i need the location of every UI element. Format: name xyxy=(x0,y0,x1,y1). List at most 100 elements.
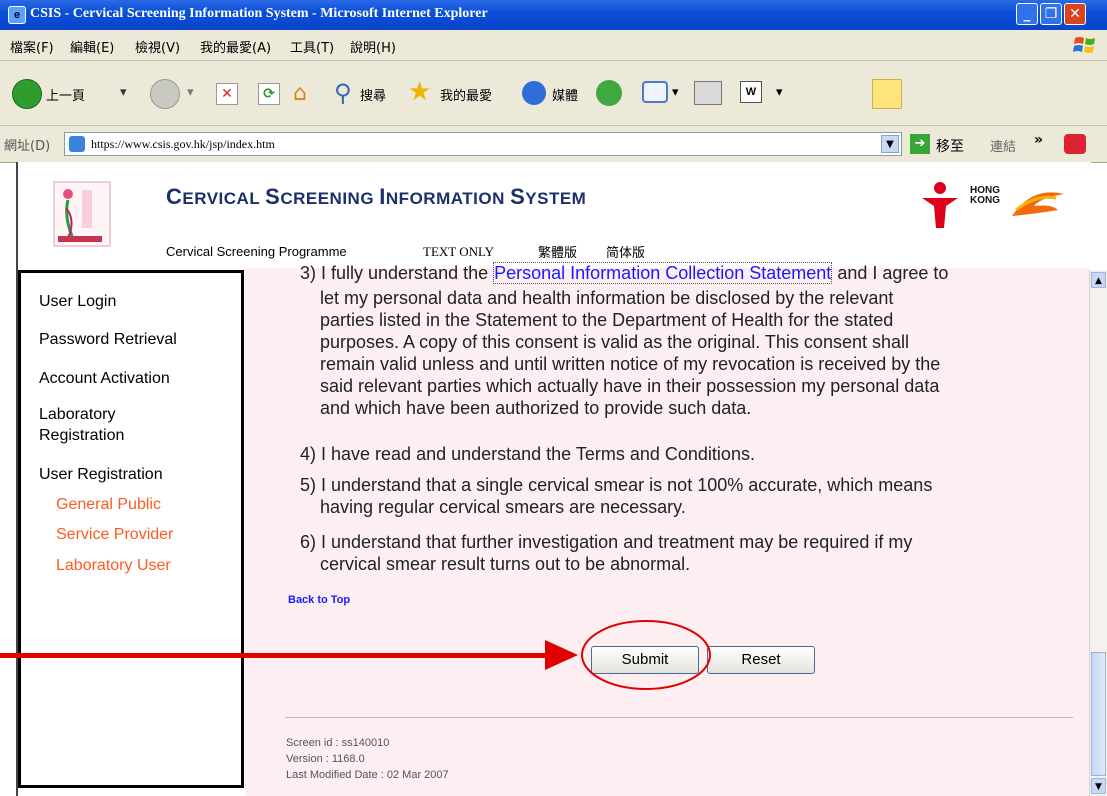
page-icon xyxy=(69,136,85,152)
consent-line: parties listed in the Statement to the D… xyxy=(320,310,894,330)
address-bar: 網址(D) https://www.csis.gov.hk/jsp/index.… xyxy=(0,126,1107,163)
messenger-icon[interactable] xyxy=(872,79,902,109)
scroll-thumb[interactable] xyxy=(1091,652,1106,776)
annotation-arrow-head xyxy=(545,640,578,670)
title-part: S xyxy=(265,184,281,209)
title-part: I xyxy=(379,184,386,209)
consent-line: having regular cervical smears are neces… xyxy=(320,497,686,517)
address-url[interactable]: https://www.csis.gov.hk/jsp/index.htm xyxy=(91,137,275,152)
address-input[interactable]: https://www.csis.gov.hk/jsp/index.htm ▼ xyxy=(64,132,902,156)
forward-dropdown-icon[interactable]: ▾ xyxy=(187,85,194,100)
back-to-top-link[interactable]: Back to Top xyxy=(288,594,350,606)
vertical-scrollbar[interactable]: ▲ ▼ xyxy=(1089,270,1107,796)
refresh-icon[interactable]: ⟳ xyxy=(258,83,280,105)
consent-line: cervical smear result turns out to be ab… xyxy=(320,554,691,574)
title-part: S xyxy=(510,184,526,209)
edit-dropdown-icon[interactable]: ▾ xyxy=(776,85,783,100)
menu-favorites[interactable]: 我的最愛(A) xyxy=(200,37,271,56)
mail-dropdown-icon[interactable]: ▾ xyxy=(672,85,679,100)
consent-line: purposes. A copy of this consent is vali… xyxy=(320,332,909,352)
reset-button[interactable]: Reset xyxy=(707,646,815,674)
menu-edit[interactable]: 編輯(E) xyxy=(70,37,114,56)
sidebar-item-password-retrieval[interactable]: Password Retrieval xyxy=(39,331,177,349)
site-title: CERVICAL SCREENING INFORMATION SYSTEM xyxy=(166,184,586,210)
consent-line: 5) I understand that a single cervical s… xyxy=(300,475,933,495)
consent-line: 6) I understand that further investigati… xyxy=(300,532,913,552)
back-button[interactable]: 上一頁 xyxy=(46,85,85,104)
scroll-down-icon[interactable]: ▼ xyxy=(1091,778,1106,794)
title-part: C xyxy=(166,184,183,209)
sidebar-nav: User Login Password Retrieval Account Ac… xyxy=(18,270,244,788)
page-footer: Screen id : ss140010 Version : 1168.0 La… xyxy=(286,735,449,783)
title-part: YSTEM xyxy=(525,189,587,208)
footer-divider xyxy=(285,717,1073,718)
sidebar-item-account-activation[interactable]: Account Activation xyxy=(39,370,170,388)
media-button[interactable]: 媒體 xyxy=(552,85,578,104)
forward-arrow-icon[interactable] xyxy=(150,79,180,109)
consent-item-3-body: let my personal data and health informat… xyxy=(320,287,940,419)
consent-item-4: 4) I have read and understand the Terms … xyxy=(300,444,755,464)
restore-button[interactable]: ❐ xyxy=(1040,3,1062,25)
simplified-chinese-link[interactable]: 简体版 xyxy=(606,242,645,261)
close-button[interactable]: ✕ xyxy=(1064,3,1086,25)
back-arrow-icon[interactable] xyxy=(12,79,42,109)
annotation-overlay xyxy=(0,620,711,690)
sidebar-subitem-laboratory-user[interactable]: Laboratory User xyxy=(56,557,171,575)
favorites-button[interactable]: 我的最愛 xyxy=(440,85,492,104)
traditional-chinese-link[interactable]: 繁體版 xyxy=(538,242,577,261)
consent-line: said relevant parties which actually hav… xyxy=(320,376,940,396)
favorites-star-icon[interactable]: ★ xyxy=(408,77,431,107)
media-icon[interactable] xyxy=(522,81,546,105)
menu-file[interactable]: 檔案(F) xyxy=(10,37,54,56)
sidebar-item-user-login[interactable]: User Login xyxy=(39,293,116,311)
ie-icon: e xyxy=(8,6,26,24)
hong-kong-logo-text: HONG KONG xyxy=(970,185,1000,206)
sidebar-subitem-general-public[interactable]: General Public xyxy=(56,496,161,514)
scroll-up-icon[interactable]: ▲ xyxy=(1091,272,1106,288)
menu-tools[interactable]: 工具(T) xyxy=(290,37,334,56)
search-button[interactable]: 搜尋 xyxy=(360,85,386,104)
menu-bar: 檔案(F) 編輯(E) 檢視(V) 我的最愛(A) 工具(T) 說明(H) xyxy=(0,30,1107,61)
windows-logo-icon xyxy=(1073,37,1095,53)
go-arrow-icon[interactable]: ➔ xyxy=(910,134,930,154)
edit-icon[interactable]: W xyxy=(740,81,762,103)
title-part: CREENING xyxy=(280,189,380,208)
back-dropdown-icon[interactable]: ▾ xyxy=(120,85,127,100)
consent-text: 3) I fully understand the xyxy=(300,263,494,283)
consent-text: and I agree to xyxy=(832,263,949,283)
history-icon[interactable] xyxy=(596,80,622,106)
minimize-button[interactable]: _ xyxy=(1016,3,1038,25)
home-icon[interactable]: ⌂ xyxy=(293,81,307,106)
screen-id: Screen id : ss140010 xyxy=(286,737,390,749)
sidebar-item-user-registration[interactable]: User Registration xyxy=(39,466,163,484)
text-only-link[interactable]: TEXT ONLY xyxy=(423,244,494,260)
consent-item-3-first-line: 3) I fully understand the Personal Infor… xyxy=(300,262,948,284)
personal-information-collection-statement-link[interactable]: Personal Information Collection Statemen… xyxy=(493,262,833,284)
consent-line: remain valid unless and until written no… xyxy=(320,354,941,374)
print-icon[interactable] xyxy=(694,81,722,105)
stop-icon[interactable]: ✕ xyxy=(216,83,238,105)
cervical-screening-programme-link[interactable]: Cervical Screening Programme xyxy=(166,244,347,259)
csp-emblem-logo xyxy=(53,181,111,247)
translate-icon[interactable] xyxy=(1064,134,1086,154)
menu-view[interactable]: 檢視(V) xyxy=(135,37,180,56)
toolbar: 上一頁 ▾ ▾ ✕ ⟳ ⌂ ⚲ 搜尋 ★ 我的最愛 媒體 ▾ W ▾ xyxy=(0,61,1107,126)
consent-line: let my personal data and health informat… xyxy=(320,288,894,308)
search-icon[interactable]: ⚲ xyxy=(334,79,352,107)
menu-help[interactable]: 說明(H) xyxy=(350,37,396,56)
address-dropdown-icon[interactable]: ▼ xyxy=(881,135,899,153)
mail-icon[interactable] xyxy=(642,81,668,103)
links-chevron-icon[interactable]: » xyxy=(1034,132,1043,148)
last-modified-date: Last Modified Date : 02 Mar 2007 xyxy=(286,769,449,781)
title-part: NFORMATION xyxy=(385,189,511,208)
annotation-circle xyxy=(581,620,711,690)
sidebar-subitem-service-provider[interactable]: Service Provider xyxy=(56,526,173,544)
consent-item-6: 6) I understand that further investigati… xyxy=(300,531,912,575)
version: Version : 1168.0 xyxy=(286,753,365,765)
annotation-arrow-shaft xyxy=(0,653,548,658)
consent-line: and which have been authorized to provid… xyxy=(320,398,752,418)
links-button[interactable]: 連結 xyxy=(990,136,1016,155)
sidebar-item-laboratory-registration[interactable]: Laboratory Registration xyxy=(39,404,169,446)
title-part: ERVICAL xyxy=(182,189,266,208)
go-button[interactable]: 移至 xyxy=(936,136,964,156)
